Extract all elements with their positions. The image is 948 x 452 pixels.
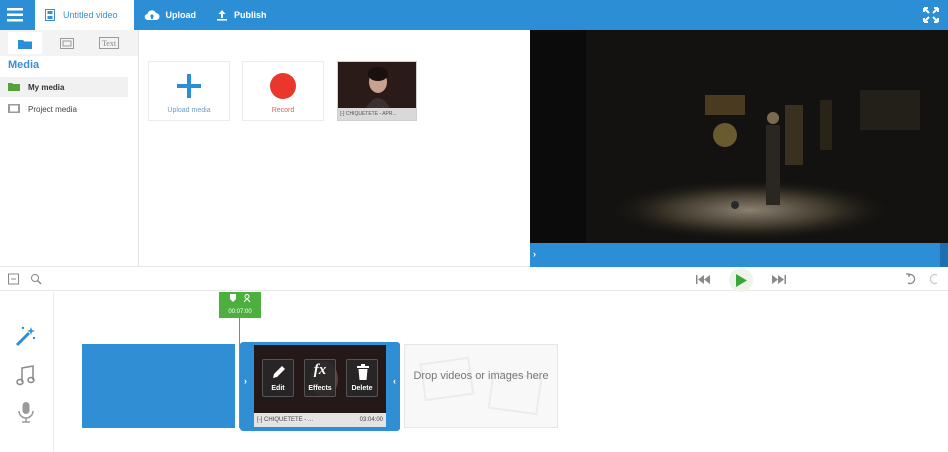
music-note-icon <box>16 365 35 386</box>
clip-trim-left-icon[interactable]: › <box>244 376 247 386</box>
clip-trim-right-icon[interactable]: ‹ <box>393 376 396 386</box>
upload-media-label: Upload media <box>167 107 211 114</box>
playhead-time: 00:07:00 <box>228 309 252 315</box>
skip-forward-icon[interactable] <box>772 275 786 284</box>
fullscreen-icon <box>923 7 939 23</box>
video-editor-app: Untitled video Upload Publish Text Media… <box>0 0 948 452</box>
chevron-right-icon: › <box>533 249 536 259</box>
delete-label: Delete <box>351 385 373 392</box>
tab-media[interactable] <box>8 32 42 54</box>
publish-icon <box>217 10 228 21</box>
zoom-search-icon[interactable] <box>30 273 42 285</box>
timeline-tools <box>0 292 54 452</box>
sidebar-item-label: My media <box>28 82 65 92</box>
record-icon <box>270 73 296 99</box>
timeline-clip-thumbnail: Edit fx Effects Delete <box>254 345 386 413</box>
drop-zone-text: Drop videos or images here <box>413 370 549 382</box>
undo-icon[interactable] <box>905 273 917 285</box>
clip-caption: [-] CHIQUETETE - APR... <box>338 108 416 120</box>
play-icon <box>736 273 747 287</box>
media-tabs: Text <box>0 30 138 56</box>
edit-button[interactable]: Edit <box>262 359 294 397</box>
microphone-button[interactable] <box>14 400 38 424</box>
timeline-clip-footer: [-] CHIQUETETE - ... 03:04:00 <box>254 413 386 427</box>
text-tab-glyph: Text <box>102 39 117 48</box>
project-title[interactable]: Untitled video <box>63 10 118 20</box>
timeline-clip[interactable]: › ‹ Edit fx Effects Delete [-] CHIQUETET… <box>240 342 400 431</box>
fx-icon: fx <box>313 362 327 378</box>
sidebar-item-project-media[interactable]: Project media <box>0 99 128 119</box>
sidebar-item-my-media[interactable]: My media <box>0 77 128 97</box>
drop-placeholder-icon <box>419 356 543 416</box>
publish-label: Publish <box>234 10 267 20</box>
effects-label: Effects <box>308 385 332 392</box>
panel-divider <box>138 30 139 267</box>
marker-pin-icon <box>230 294 251 303</box>
playhead-marker[interactable]: 00:07:00 <box>219 292 261 318</box>
transport-bar <box>0 267 948 292</box>
pencil-icon <box>273 366 285 378</box>
video-preview: › <box>530 30 948 267</box>
timeline-empty-clip[interactable] <box>82 344 235 428</box>
sidebar-item-label: Project media <box>28 104 77 114</box>
folder-icon <box>8 82 20 91</box>
clip-thumbnail <box>338 62 416 108</box>
media-clip-card[interactable]: [-] CHIQUETETE - APR... <box>337 61 417 121</box>
timeline-clip-duration: 03:04:00 <box>359 417 383 423</box>
fullscreen-button[interactable] <box>922 6 940 24</box>
scrub-end <box>940 243 948 267</box>
effects-button[interactable]: fx Effects <box>304 359 336 397</box>
preview-frame[interactable] <box>530 30 948 243</box>
scrub-bar[interactable]: › <box>530 243 948 267</box>
music-button[interactable] <box>14 364 38 388</box>
magic-wand-button[interactable] <box>14 324 38 348</box>
transitions-icon <box>60 37 74 49</box>
redo-icon[interactable] <box>928 273 940 285</box>
film-strip-icon <box>8 103 20 113</box>
record-card[interactable]: Record <box>242 61 324 121</box>
delete-button[interactable]: Delete <box>346 359 378 397</box>
edit-label: Edit <box>271 385 285 392</box>
upload-label: Upload <box>165 10 197 20</box>
media-heading: Media <box>8 59 40 71</box>
tab-transitions[interactable] <box>50 32 84 54</box>
collapse-icon[interactable] <box>8 273 20 285</box>
skip-back-icon[interactable] <box>696 275 710 284</box>
project-title-tab[interactable]: Untitled video <box>35 0 134 30</box>
magic-wand-icon <box>15 326 36 347</box>
folder-film-icon <box>18 39 32 49</box>
timeline-clip-name: [-] CHIQUETETE - ... <box>257 417 314 423</box>
record-label: Record <box>271 107 295 114</box>
film-icon <box>45 9 55 21</box>
tab-text[interactable]: Text <box>92 32 126 54</box>
drop-zone[interactable]: Drop videos or images here <box>404 344 558 428</box>
upload-media-card[interactable]: Upload media <box>148 61 230 121</box>
media-panel: Text Media My media Project media Upload… <box>0 30 530 267</box>
timeline: 00:07:00 › ‹ Edit fx Effects Delete [-] … <box>0 292 948 452</box>
top-bar: Untitled video Upload Publish <box>0 0 948 30</box>
text-icon: Text <box>99 37 119 49</box>
play-button[interactable] <box>729 268 753 292</box>
upload-button[interactable]: Upload <box>134 0 207 30</box>
trash-icon <box>357 364 369 380</box>
menu-button[interactable] <box>0 0 30 30</box>
microphone-icon <box>18 402 34 423</box>
publish-button[interactable]: Publish <box>206 0 277 30</box>
plus-icon <box>177 74 201 98</box>
cloud-upload-icon <box>144 10 160 21</box>
hamburger-icon <box>7 8 23 22</box>
